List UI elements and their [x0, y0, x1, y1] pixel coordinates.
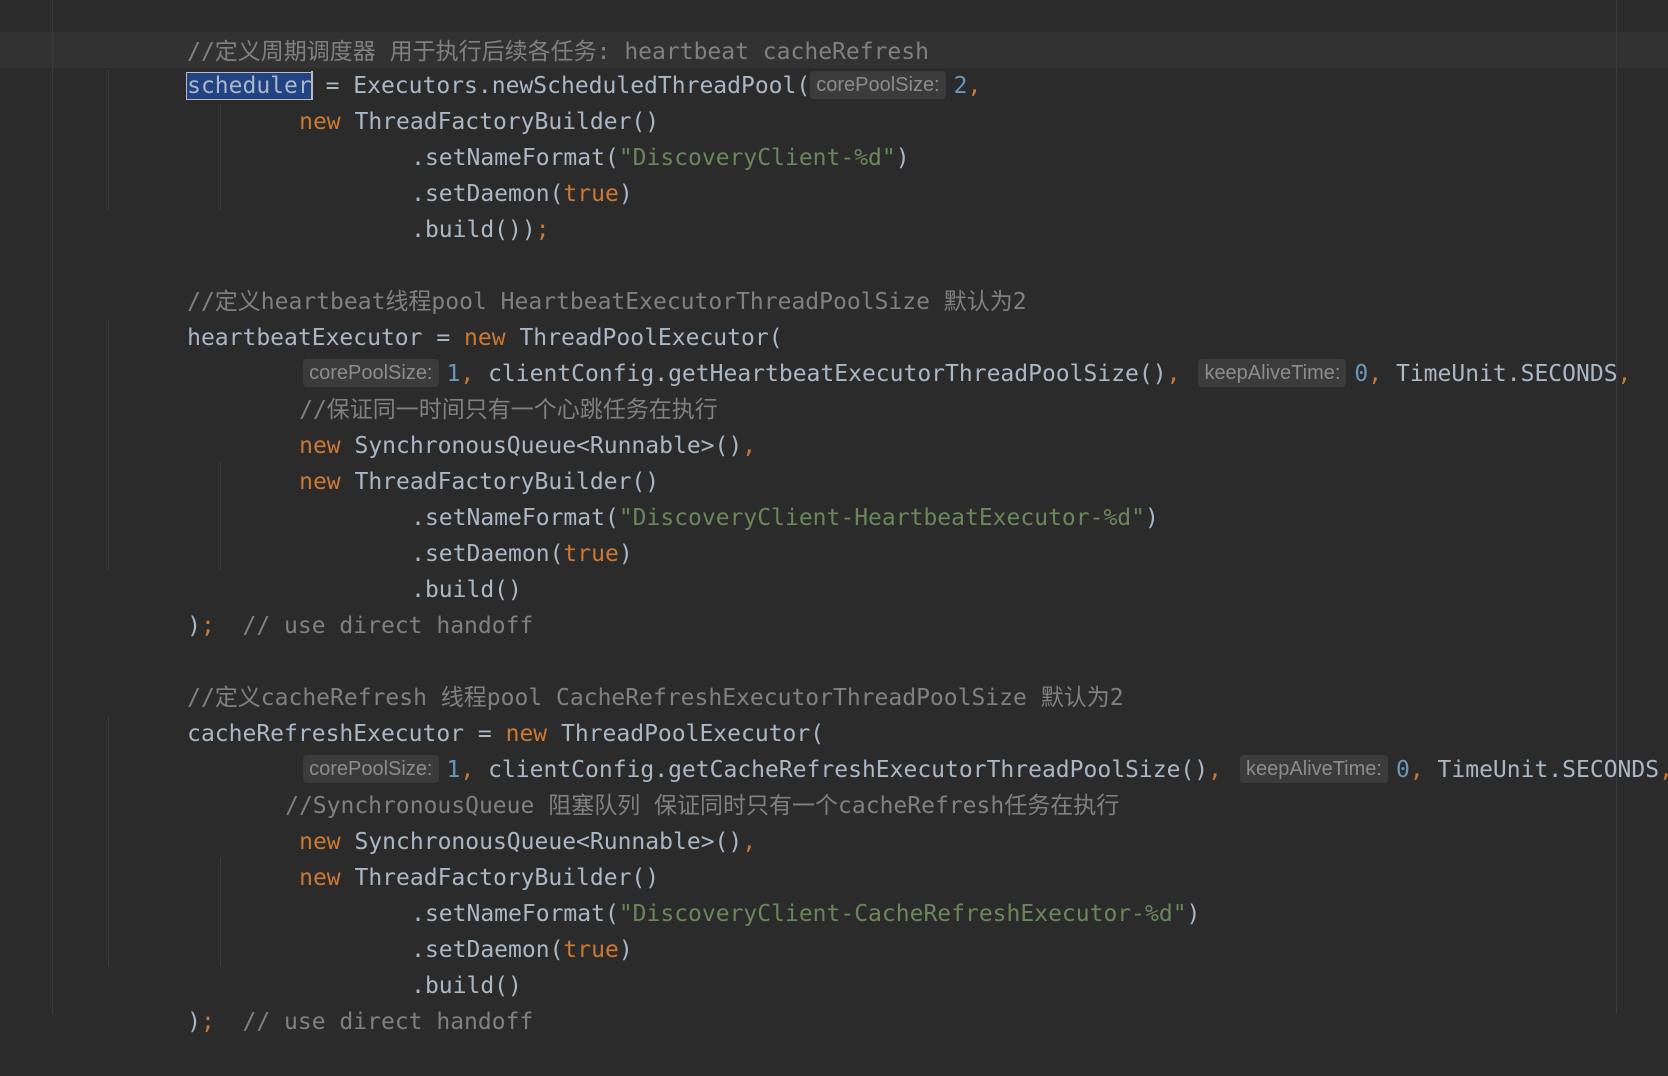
code-line: .setNameFormat("DiscoveryClient-CacheRef… — [328, 860, 1200, 927]
code-line-comment: //定义heartbeat线程pool HeartbeatExecutorThr… — [104, 248, 1027, 315]
number-literal: 0 — [1354, 361, 1369, 387]
code-line: corePoolSize: 1, clientConfig.getCacheRef… — [220, 716, 1668, 783]
comment: // use direct handoff — [214, 613, 534, 639]
code-text: TimeUnit.SECONDS — [1423, 757, 1660, 783]
right-margin-guide — [1616, 0, 1617, 1014]
code-line: .setDaemon(true) — [328, 500, 633, 567]
code-line-comment: //保证同一时间只有一个心跳任务在执行 — [216, 356, 718, 423]
code-line: heartbeatExecutor = new ThreadPoolExecut… — [104, 284, 782, 351]
code-text: .build()) — [411, 217, 536, 243]
parameter-hint: corePoolSize: — [810, 71, 946, 99]
code-text: ) — [618, 541, 633, 567]
code-line: .build() — [328, 536, 522, 603]
code-line: new ThreadFactoryBuilder() — [216, 824, 659, 891]
punctuation: , — [1208, 757, 1222, 783]
string-literal: "DiscoveryClient-CacheRefreshExecutor-%d… — [618, 901, 1187, 927]
code-line-comment: //定义周期调度器 用于执行后续各任务: heartbeat cacheRefr… — [104, 0, 929, 65]
punctuation: , — [742, 433, 757, 459]
comment: // use direct handoff — [214, 1009, 534, 1035]
code-text: ) — [187, 1009, 201, 1035]
code-line: new ThreadFactoryBuilder() — [216, 428, 659, 495]
code-editor[interactable]: //定义周期调度器 用于执行后续各任务: heartbeat cacheRefr… — [0, 0, 1668, 1035]
punctuation: , — [967, 73, 982, 99]
code-line: corePoolSize: 1, clientConfig.getHeartbea… — [220, 320, 1631, 387]
code-line: ); // use direct handoff — [104, 968, 533, 1035]
code-text: ) — [1186, 901, 1201, 927]
code-text: ) — [895, 145, 910, 171]
code-line: .setDaemon(true) — [328, 896, 633, 963]
punctuation: , — [1617, 361, 1632, 387]
code-line: .setNameFormat("DiscoveryClient-%d") — [328, 104, 910, 171]
code-line: .setNameFormat("DiscoveryClient-Heartbea… — [328, 464, 1159, 531]
punctuation: , — [1368, 361, 1383, 387]
keyword: true — [563, 541, 619, 567]
punctuation: , — [1166, 361, 1181, 387]
code-line: new SynchronousQueue<Runnable>(), — [216, 788, 756, 855]
punctuation: , — [1409, 757, 1424, 783]
code-line: .build()); — [328, 176, 549, 243]
code-text: ) — [618, 181, 633, 207]
punctuation: , — [1659, 757, 1668, 783]
code-line: cacheRefreshExecutor = new ThreadPoolExe… — [104, 680, 824, 747]
code-line-scheduler: scheduler = Executors.newScheduledThread… — [104, 32, 981, 100]
punctuation: ; — [200, 1009, 215, 1035]
keyword: true — [563, 181, 619, 207]
punctuation: ; — [535, 217, 550, 243]
code-line-comment: //定义cacheRefresh 线程pool CacheRefreshExec… — [104, 644, 1123, 711]
string-literal: "DiscoveryClient-%d" — [618, 145, 896, 171]
code-text: ) — [618, 937, 633, 963]
code-text: TimeUnit.SECONDS — [1382, 361, 1618, 387]
parameter-hint: keepAliveTime: — [1239, 755, 1388, 783]
code-line: ); // use direct handoff — [104, 572, 533, 639]
number-literal: 0 — [1395, 757, 1410, 783]
code-text: ) — [1145, 505, 1159, 531]
code-line: .build() — [328, 932, 522, 999]
punctuation: , — [742, 829, 757, 855]
number-literal: 2 — [953, 73, 968, 99]
parameter-hint: keepAliveTime: — [1198, 359, 1347, 387]
code-line-comment: //SynchronousQueue 阻塞队列 保证同时只有一个cacheRef… — [202, 752, 1119, 819]
string-literal: "DiscoveryClient-HeartbeatExecutor-%d" — [618, 505, 1146, 531]
keyword: true — [563, 937, 619, 963]
code-text: ) — [187, 613, 201, 639]
gutter-divider — [52, 0, 53, 1014]
code-line: new SynchronousQueue<Runnable>(), — [216, 392, 756, 459]
code-line: new ThreadFactoryBuilder() — [216, 68, 659, 135]
code-line: .setDaemon(true) — [328, 140, 633, 207]
punctuation: ; — [200, 613, 215, 639]
